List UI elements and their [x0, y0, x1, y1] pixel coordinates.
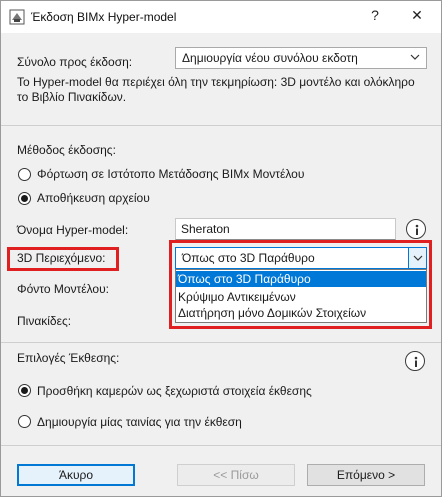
hypermodel-name-input[interactable]: Sheraton	[175, 218, 396, 240]
radio-add-cameras-label[interactable]: Προσθήκη καμερών ως ξεχωριστά στοιχεία έ…	[37, 384, 312, 398]
help-button[interactable]: ?	[367, 7, 383, 25]
dropdown-option[interactable]: Διατήρηση μόνο Δομικών Στοιχείων	[176, 305, 426, 321]
cancel-button[interactable]: Άκυρο	[17, 464, 135, 486]
set-select[interactable]: Δημιουργία νέου συνόλου εκδοτη	[175, 47, 427, 69]
dropdown-option[interactable]: Όπως στο 3D Παράθυρο	[176, 271, 426, 287]
model-background-label: Φόντο Μοντέλου:	[17, 282, 109, 296]
window-title: Έκδοση BIMx Hyper-model	[31, 10, 177, 24]
set-label: Σύνολο προς έκδοση:	[17, 55, 133, 69]
title-bar: Έκδοση BIMx Hyper-model ? ✕	[1, 1, 441, 33]
chevron-down-icon	[410, 54, 420, 60]
radio-save-file-label[interactable]: Αποθήκευση αρχείου	[37, 191, 150, 205]
next-button[interactable]: Επόμενο >	[307, 464, 425, 486]
radio-save-file[interactable]	[18, 192, 31, 205]
info-icon[interactable]	[406, 219, 426, 239]
radio-upload[interactable]	[18, 168, 31, 181]
divider	[1, 342, 441, 343]
dropdown-option[interactable]: Κρύψιμο Αντικειμένων	[176, 289, 426, 305]
close-button[interactable]: ✕	[409, 7, 425, 25]
method-label: Μέθοδος έκδοσης:	[17, 143, 116, 157]
layouts-label: Πινακίδες:	[17, 314, 72, 328]
info-icon[interactable]	[405, 351, 425, 371]
chevron-down-icon	[413, 255, 423, 261]
set-select-value: Δημιουργία νέου συνόλου εκδοτη	[182, 51, 358, 65]
divider	[1, 125, 441, 126]
hypermodel-name-value: Sheraton	[181, 222, 230, 236]
content3d-select[interactable]: Όπως στο 3D Παράθυρο	[175, 247, 427, 269]
hypermodel-name-label: Όνομα Hyper-model:	[17, 223, 129, 237]
radio-upload-label[interactable]: Φόρτωση σε Ιστότοπο Μετάδοσης BIMx Μοντέ…	[37, 167, 304, 181]
content3d-select-value: Όπως στο 3D Παράθυρο	[182, 251, 315, 265]
content3d-dropdown-list: Όπως στο 3D Παράθυρο Κρύψιμο Αντικειμένω…	[175, 269, 427, 323]
app-icon	[9, 9, 25, 25]
presentation-label: Επιλογές Έκθεσης:	[17, 351, 120, 365]
back-button[interactable]: << Πίσω	[177, 464, 295, 486]
content3d-label: 3D Περιεχόμενο:	[17, 251, 106, 265]
radio-add-cameras[interactable]	[18, 384, 31, 397]
radio-single-movie-label[interactable]: Δημιουργία μίας ταινίας για την έκθεση	[37, 415, 242, 429]
radio-single-movie[interactable]	[18, 415, 31, 428]
set-description: Το Hyper-model θα περιέχει όλη την τεκμη…	[17, 75, 415, 104]
dropdown-button[interactable]	[408, 248, 426, 268]
bimx-dialog: Έκδοση BIMx Hyper-model ? ✕ Σύνολο προς …	[0, 0, 442, 497]
divider	[1, 445, 441, 446]
